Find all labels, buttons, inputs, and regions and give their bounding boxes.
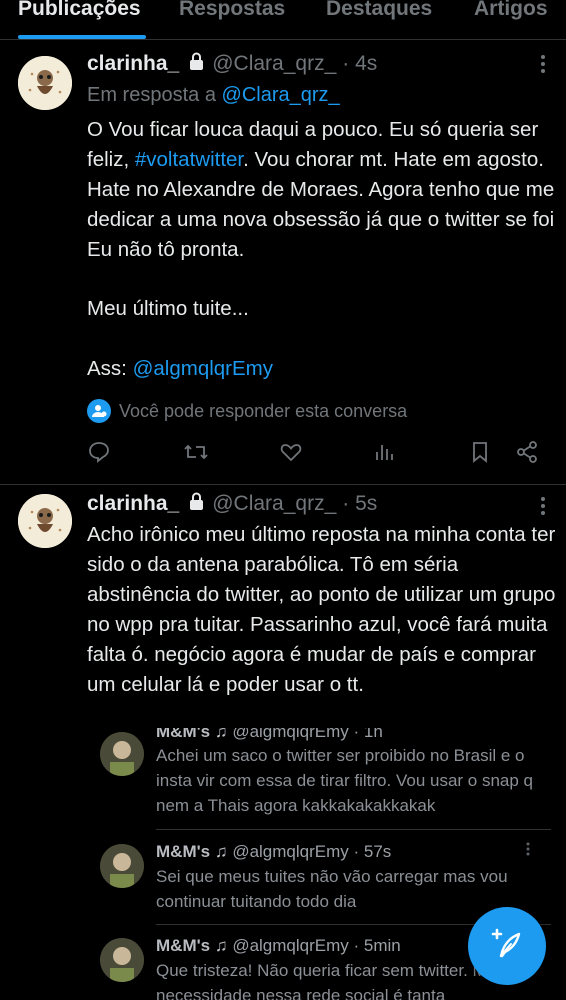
compose-icon	[489, 926, 525, 967]
reply-header: M&M's ♫ @algmqlqrEmy · 1h	[156, 728, 383, 742]
reply-handle-link[interactable]: @Clara_qrz_	[222, 84, 340, 106]
avatar[interactable]	[18, 56, 72, 110]
post-text-line: Meu último tuite...	[87, 294, 557, 324]
reply-author[interactable]: M&M's ♫	[156, 936, 228, 955]
post-text: O Vou ficar louca daqui a pouco. Eu só q…	[87, 115, 557, 265]
conversation-notice: Você pode responder esta conversa	[87, 399, 407, 423]
reply-handle[interactable]: @algmqlqrEmy	[232, 936, 348, 955]
post-text-part: Meu último tuite...	[87, 297, 249, 320]
reply-handle[interactable]: @algmqlqrEmy	[232, 842, 348, 861]
reply-header: M&M's ♫ @algmqlqrEmy · 5min	[156, 936, 401, 956]
signature-prefix: Ass:	[87, 357, 127, 380]
avatar[interactable]	[100, 938, 144, 982]
views-icon[interactable]	[372, 440, 398, 466]
post-header: clarinha_ @Clara_qrz_ · 4s	[87, 52, 377, 76]
display-name[interactable]: clarinha_	[87, 52, 179, 76]
reply-text: Achei um saco o twitter ser proibido no …	[156, 746, 534, 815]
heart-icon[interactable]	[279, 440, 305, 466]
reply-author[interactable]: M&M's ♫	[156, 728, 228, 741]
reply-handle[interactable]: @algmqlqrEmy	[232, 728, 348, 741]
more-icon[interactable]	[540, 496, 546, 522]
person-icon	[87, 399, 111, 423]
avatar[interactable]	[100, 844, 144, 888]
display-name[interactable]: clarinha_	[87, 492, 179, 516]
post-header: clarinha_ @Clara_qrz_ · 5s	[87, 492, 377, 516]
post-text: Acho irônico meu último reposta na minha…	[87, 523, 556, 696]
reply-prefix: Em resposta a	[87, 84, 216, 106]
divider	[156, 829, 551, 830]
reply-time: · 1h	[353, 728, 383, 741]
bookmark-icon[interactable]	[468, 440, 494, 466]
reply-text: Sei que meus tuites não vão carregar mas…	[156, 867, 508, 911]
post-actions	[87, 440, 547, 470]
reply-time: · 5min	[353, 936, 401, 955]
timestamp: · 4s	[342, 52, 378, 75]
reply-author[interactable]: M&M's ♫	[156, 842, 228, 861]
compose-button[interactable]	[468, 907, 546, 985]
divider	[0, 484, 566, 485]
hashtag-link[interactable]: #voltatwitter	[135, 148, 243, 171]
mention-link[interactable]: @algmqlqrEmy	[133, 357, 273, 380]
lock-icon	[189, 52, 204, 76]
timestamp: · 5s	[342, 492, 378, 515]
avatar[interactable]	[100, 732, 144, 776]
reply-item[interactable]: M&M's ♫ @algmqlqrEmy · 1h Achei um saco …	[100, 728, 550, 828]
handle[interactable]: @Clara_qrz_	[212, 52, 336, 76]
more-icon[interactable]	[526, 842, 530, 861]
reply-icon[interactable]	[87, 440, 113, 466]
reply-context: Em resposta a @Clara_qrz_	[87, 84, 340, 107]
conversation-text: Você pode responder esta conversa	[119, 400, 408, 421]
retweet-icon[interactable]	[183, 440, 209, 466]
signature: Ass: @algmqlqrEmy	[87, 354, 557, 384]
avatar[interactable]	[18, 494, 72, 548]
lock-icon	[189, 492, 204, 516]
reply-time: · 57s	[353, 842, 392, 861]
handle[interactable]: @Clara_qrz_	[212, 492, 336, 516]
post-2[interactable]: clarinha_ @Clara_qrz_ · 5s Acho irônico …	[0, 486, 566, 746]
more-icon[interactable]	[540, 54, 546, 80]
share-icon[interactable]	[515, 440, 541, 466]
reply-header: M&M's ♫ @algmqlqrEmy · 57s	[156, 842, 391, 862]
post-1[interactable]: clarinha_ @Clara_qrz_ · 4s Em resposta a…	[0, 0, 566, 485]
